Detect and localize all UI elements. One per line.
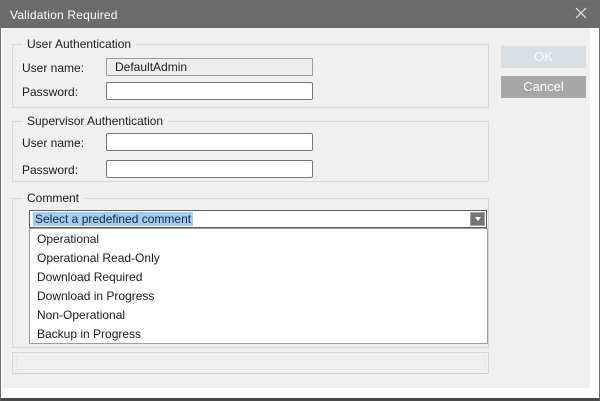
status-box-inner xyxy=(16,356,485,370)
comment-option-download-required[interactable]: Download Required xyxy=(30,268,487,287)
window-title: Validation Required xyxy=(1,8,118,22)
group-comment-legend: Comment xyxy=(22,191,84,205)
supervisor-password-label: Password: xyxy=(22,163,78,177)
close-icon xyxy=(575,6,587,24)
group-user-authentication-legend: User Authentication xyxy=(22,37,136,51)
comment-option-backup-in-progress[interactable]: Backup in Progress xyxy=(30,325,487,344)
chevron-down-icon xyxy=(475,217,481,221)
cancel-button[interactable]: Cancel xyxy=(501,76,586,98)
group-supervisor-authentication-legend: Supervisor Authentication xyxy=(22,114,168,128)
user-username-field xyxy=(106,58,313,76)
user-username-label: User name: xyxy=(22,61,84,75)
supervisor-password-field[interactable] xyxy=(106,160,313,178)
comment-option-operational[interactable]: Operational xyxy=(30,230,487,249)
supervisor-username-label: User name: xyxy=(22,136,84,150)
user-password-label: Password: xyxy=(22,85,78,99)
comment-option-non-operational[interactable]: Non-Operational xyxy=(30,306,487,325)
comment-option-operational-read-only[interactable]: Operational Read-Only xyxy=(30,249,487,268)
comment-option-download-in-progress[interactable]: Download in Progress xyxy=(30,287,487,306)
comment-combobox-selected-text: Select a predefined comment xyxy=(33,212,193,226)
close-button[interactable] xyxy=(565,1,597,28)
supervisor-username-field[interactable] xyxy=(106,133,313,151)
titlebar: Validation Required xyxy=(1,1,599,28)
ok-button[interactable]: OK xyxy=(501,46,586,68)
comment-combobox[interactable]: Select a predefined comment xyxy=(29,210,487,228)
comment-combobox-dropdown-button[interactable] xyxy=(470,212,485,226)
user-password-field[interactable] xyxy=(106,82,313,100)
comment-dropdown-list: Operational Operational Read-Only Downlo… xyxy=(29,228,488,344)
validation-required-dialog: Validation Required User Authentication … xyxy=(0,0,600,401)
status-box xyxy=(12,352,489,374)
